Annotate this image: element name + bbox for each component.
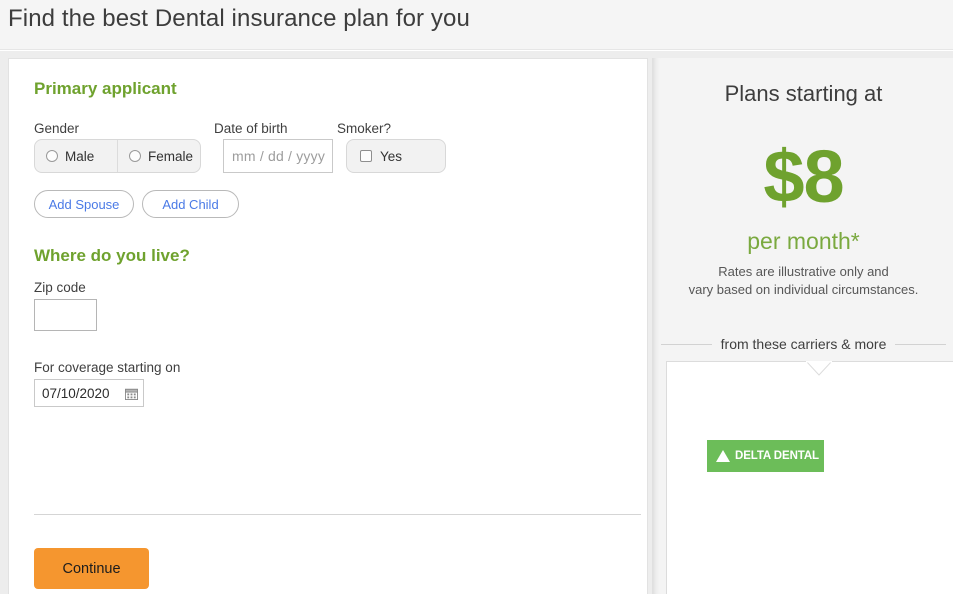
gender-option-female-label: Female [148,148,194,164]
checkbox-icon[interactable] [360,150,372,162]
date-of-birth-input[interactable]: mm / dd / yyyy [223,139,333,173]
smoker-option-label: Yes [380,148,403,164]
gender-radio-group[interactable]: Male Female [34,139,201,173]
calendar-icon[interactable] [125,387,138,400]
zip-code-label: Zip code [34,280,86,295]
zip-code-input[interactable] [34,299,97,331]
coverage-start-value: 07/10/2020 [42,385,110,401]
coverage-start-label: For coverage starting on [34,360,181,375]
carriers-divider: from these carriers & more [661,336,946,352]
carrier-logo-delta-dental: DELTA DENTAL [707,440,824,472]
radio-icon[interactable] [46,150,58,162]
date-of-birth-placeholder: mm / dd / yyyy [232,148,326,164]
gender-label: Gender [34,121,80,136]
smoker-label: Smoker? [337,121,392,136]
notch-pointer-icon [805,361,833,376]
add-spouse-button[interactable]: Add Spouse [34,190,134,218]
quote-form-card: Primary applicant Gender Male Female Dat… [8,58,648,594]
page-title: Find the best Dental insurance plan for … [8,5,470,32]
radio-icon[interactable] [129,150,141,162]
gender-option-male[interactable]: Male [35,140,117,172]
where-do-you-live-heading: Where do you live? [34,246,190,265]
continue-button[interactable]: Continue [34,548,149,589]
coverage-start-input[interactable]: 07/10/2020 [34,379,144,407]
carriers-card: DELTA DENTAL [666,361,953,594]
page-root: Find the best Dental insurance plan for … [0,0,953,594]
divider-line-right [895,343,946,345]
body-area: Primary applicant Gender Male Female Dat… [0,51,953,594]
rates-disclaimer-line-2: vary based on individual circumstances. [688,281,919,297]
primary-applicant-heading: Primary applicant [34,79,177,98]
page-header: Find the best Dental insurance plan for … [0,0,953,50]
plans-starting-at-title: Plans starting at [724,81,883,106]
carriers-label: from these carriers & more [720,336,887,352]
plans-side-panel: Plans starting at $8 per month* Rates ar… [652,58,953,594]
rates-disclaimer: Rates are illustrative only and vary bas… [653,263,953,298]
smoker-checkbox-group[interactable]: Yes [346,139,446,173]
rates-disclaimer-line-1: Rates are illustrative only and [718,264,889,279]
delta-triangle-icon [716,450,730,462]
plans-price-amount: $8 [763,135,844,218]
gender-option-female[interactable]: Female [117,140,200,172]
carrier-logo-label: DELTA DENTAL [735,450,819,462]
add-child-button[interactable]: Add Child [142,190,239,218]
divider-line-left [661,343,712,345]
gender-option-male-label: Male [65,148,95,164]
plans-price-period: per month* [747,228,860,254]
form-divider [34,514,641,515]
date-of-birth-label: Date of birth [214,121,288,136]
